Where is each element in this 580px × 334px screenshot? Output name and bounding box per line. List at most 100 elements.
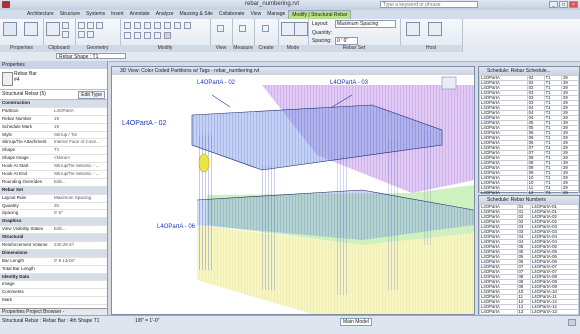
property-value[interactable]: 19 [54,116,107,123]
type-selector[interactable]: Rebar Shape : T1 [56,53,126,60]
tab-insert[interactable]: Insert [108,10,127,19]
property-value[interactable] [54,289,107,296]
table-row[interactable]: L4OPartA 07 T1 29 [479,150,579,156]
filter-icon[interactable] [568,319,576,326]
table-row[interactable]: L4OPartA 03 T1 29 [479,100,579,106]
pin-icon[interactable] [134,32,141,39]
property-value[interactable]: Interior Face of Cove... [54,139,107,146]
table-row[interactable]: L4OPartA 10 T1 29 [479,175,579,181]
edit-sketch-icon[interactable] [281,22,295,36]
schedule-window-2[interactable]: Schedule: Rebar Numbers L4OPartA 01 L4OPar… [478,195,580,320]
edit-type-button[interactable]: Edit Type [78,91,105,99]
property-value[interactable]: 0' 9 13/16" [54,258,107,265]
join-icon[interactable] [96,22,103,29]
property-group[interactable]: Dimensions [0,249,107,258]
tab-analyze[interactable]: Analyze [153,10,177,19]
table-row[interactable]: L4OPartA 03 T1 29 [479,90,579,96]
property-row[interactable]: Image [0,281,107,290]
hide-icon[interactable] [217,25,224,32]
rebar-tag[interactable]: L4OPartA - 03 [330,80,368,86]
table-row[interactable]: L4OPartA 06 T1 29 [479,135,579,141]
tab-collaborate[interactable]: Collaborate [216,10,248,19]
property-value[interactable] [54,234,107,241]
table-row[interactable]: L4OPartA 11 T1 29 [479,185,579,191]
property-row[interactable]: Mark [0,297,107,306]
type-selector-box[interactable]: Rebar Bar #4 [0,69,107,90]
property-value[interactable]: <None> [54,155,107,162]
trim-icon[interactable] [184,22,191,29]
property-group[interactable]: Identity Data [0,273,107,282]
property-row[interactable]: Rebar Number 19 [0,116,107,124]
property-value[interactable]: Stirrup/Tie Seismic - ... [54,171,107,178]
table-row[interactable]: L4OPartA 06 T1 29 [479,130,579,136]
app-menu-icon[interactable] [2,1,10,8]
table-row[interactable]: L4OPartA 03 T1 29 [479,95,579,101]
view-scale[interactable]: 1/8" = 1'-0" [135,318,159,324]
model-canvas[interactable] [112,75,474,314]
rebar-tag[interactable]: L4OPartA - 02 [122,120,166,127]
property-row[interactable]: Reinforcement Volume 240.28 in³ [0,242,107,250]
property-value[interactable]: Maximum Spacing [54,195,107,202]
paste-icon[interactable] [46,22,60,36]
paint-icon[interactable] [87,31,94,38]
copy-element-icon[interactable] [164,22,171,29]
tab-modify-rebar[interactable]: Modify | Structural Rebar [288,10,352,19]
palette-tabs[interactable]: Properties Project Browser - rebar_numbe… [0,308,107,322]
property-row[interactable]: Total Bar Length [0,266,107,274]
tab-view[interactable]: View [247,10,264,19]
modify-icon[interactable] [3,22,17,36]
property-value[interactable] [54,100,107,107]
split-face-icon[interactable] [78,31,85,38]
cut-geometry-icon[interactable] [87,22,94,29]
tab-architecture[interactable]: Architecture [24,10,57,19]
rotate-icon[interactable] [174,22,181,29]
view-3d[interactable]: 3D View: Color Coded Partitions w/ Tags … [111,66,475,315]
property-group[interactable]: Rebar Set [0,186,107,195]
scale-icon[interactable] [154,32,161,39]
spacing-input[interactable]: 0 ' 6" [335,37,358,45]
table-row[interactable]: L4OPartA 07 T1 29 [479,145,579,151]
property-row[interactable]: Rounding Overrides Edit... [0,179,107,187]
layout-select[interactable]: Maximum Spacing [335,20,396,28]
property-row[interactable]: Comments [0,289,107,298]
app-button[interactable] [0,10,24,19]
property-value[interactable] [54,218,107,225]
property-row[interactable]: Hook At End Stirrup/Tie Seismic - ... [0,171,107,179]
table-row[interactable]: L4OPartA 10 T1 29 [479,180,579,186]
instance-filter[interactable]: Structural Rebar (5) Edit Type [0,90,107,100]
property-value[interactable]: Stirrup / Tie [54,132,107,139]
property-row[interactable]: Spacing 0' 6" [0,210,107,219]
property-row[interactable]: Shape T1 [0,147,107,156]
table-row[interactable]: L4OPartA 06 T1 29 [479,140,579,146]
property-value[interactable]: 20 [54,203,107,210]
property-group[interactable]: Construction [0,100,107,108]
property-row[interactable]: Bar Length 0' 9 13/16" [0,258,107,266]
create-similar-icon[interactable] [262,25,269,32]
tab-manage[interactable]: Manage [264,10,288,19]
tab-massing[interactable]: Massing & Site [177,10,216,19]
tab-systems[interactable]: Systems [83,10,108,19]
tab-annotate[interactable]: Annotate [127,10,153,19]
property-row[interactable]: Schedule Mark 19 [0,124,107,132]
cut-icon[interactable] [62,22,69,29]
maximize-icon[interactable]: □ [559,1,568,8]
schedule-window-1[interactable]: Schedule: Rebar Schedule... L4OPartA 02 T1… [478,66,580,206]
cope-icon[interactable] [78,22,85,29]
copy-icon[interactable] [62,31,69,38]
move-icon[interactable] [154,22,161,29]
property-row[interactable]: Style Stirrup / Tie [0,132,107,140]
property-value[interactable] [54,250,107,257]
property-value[interactable]: 19 [54,124,107,131]
table-row[interactable]: L4OPartA 09 T1 29 [479,165,579,171]
property-value[interactable]: Edit... [54,226,107,233]
rebar-tag[interactable]: L4OPartA - 06 [157,224,195,230]
edit-constraints-icon[interactable] [428,22,442,36]
table-row[interactable]: L4OPartA 09 T1 29 [479,170,579,176]
selected-rebar[interactable] [198,153,210,173]
property-value[interactable]: Edit... [54,179,107,186]
property-value[interactable] [54,281,107,288]
offset-icon[interactable] [134,22,141,29]
property-value[interactable] [54,274,107,281]
property-value[interactable]: 240.28 in³ [54,242,107,249]
property-row[interactable]: Shape Image <None> [0,155,107,164]
